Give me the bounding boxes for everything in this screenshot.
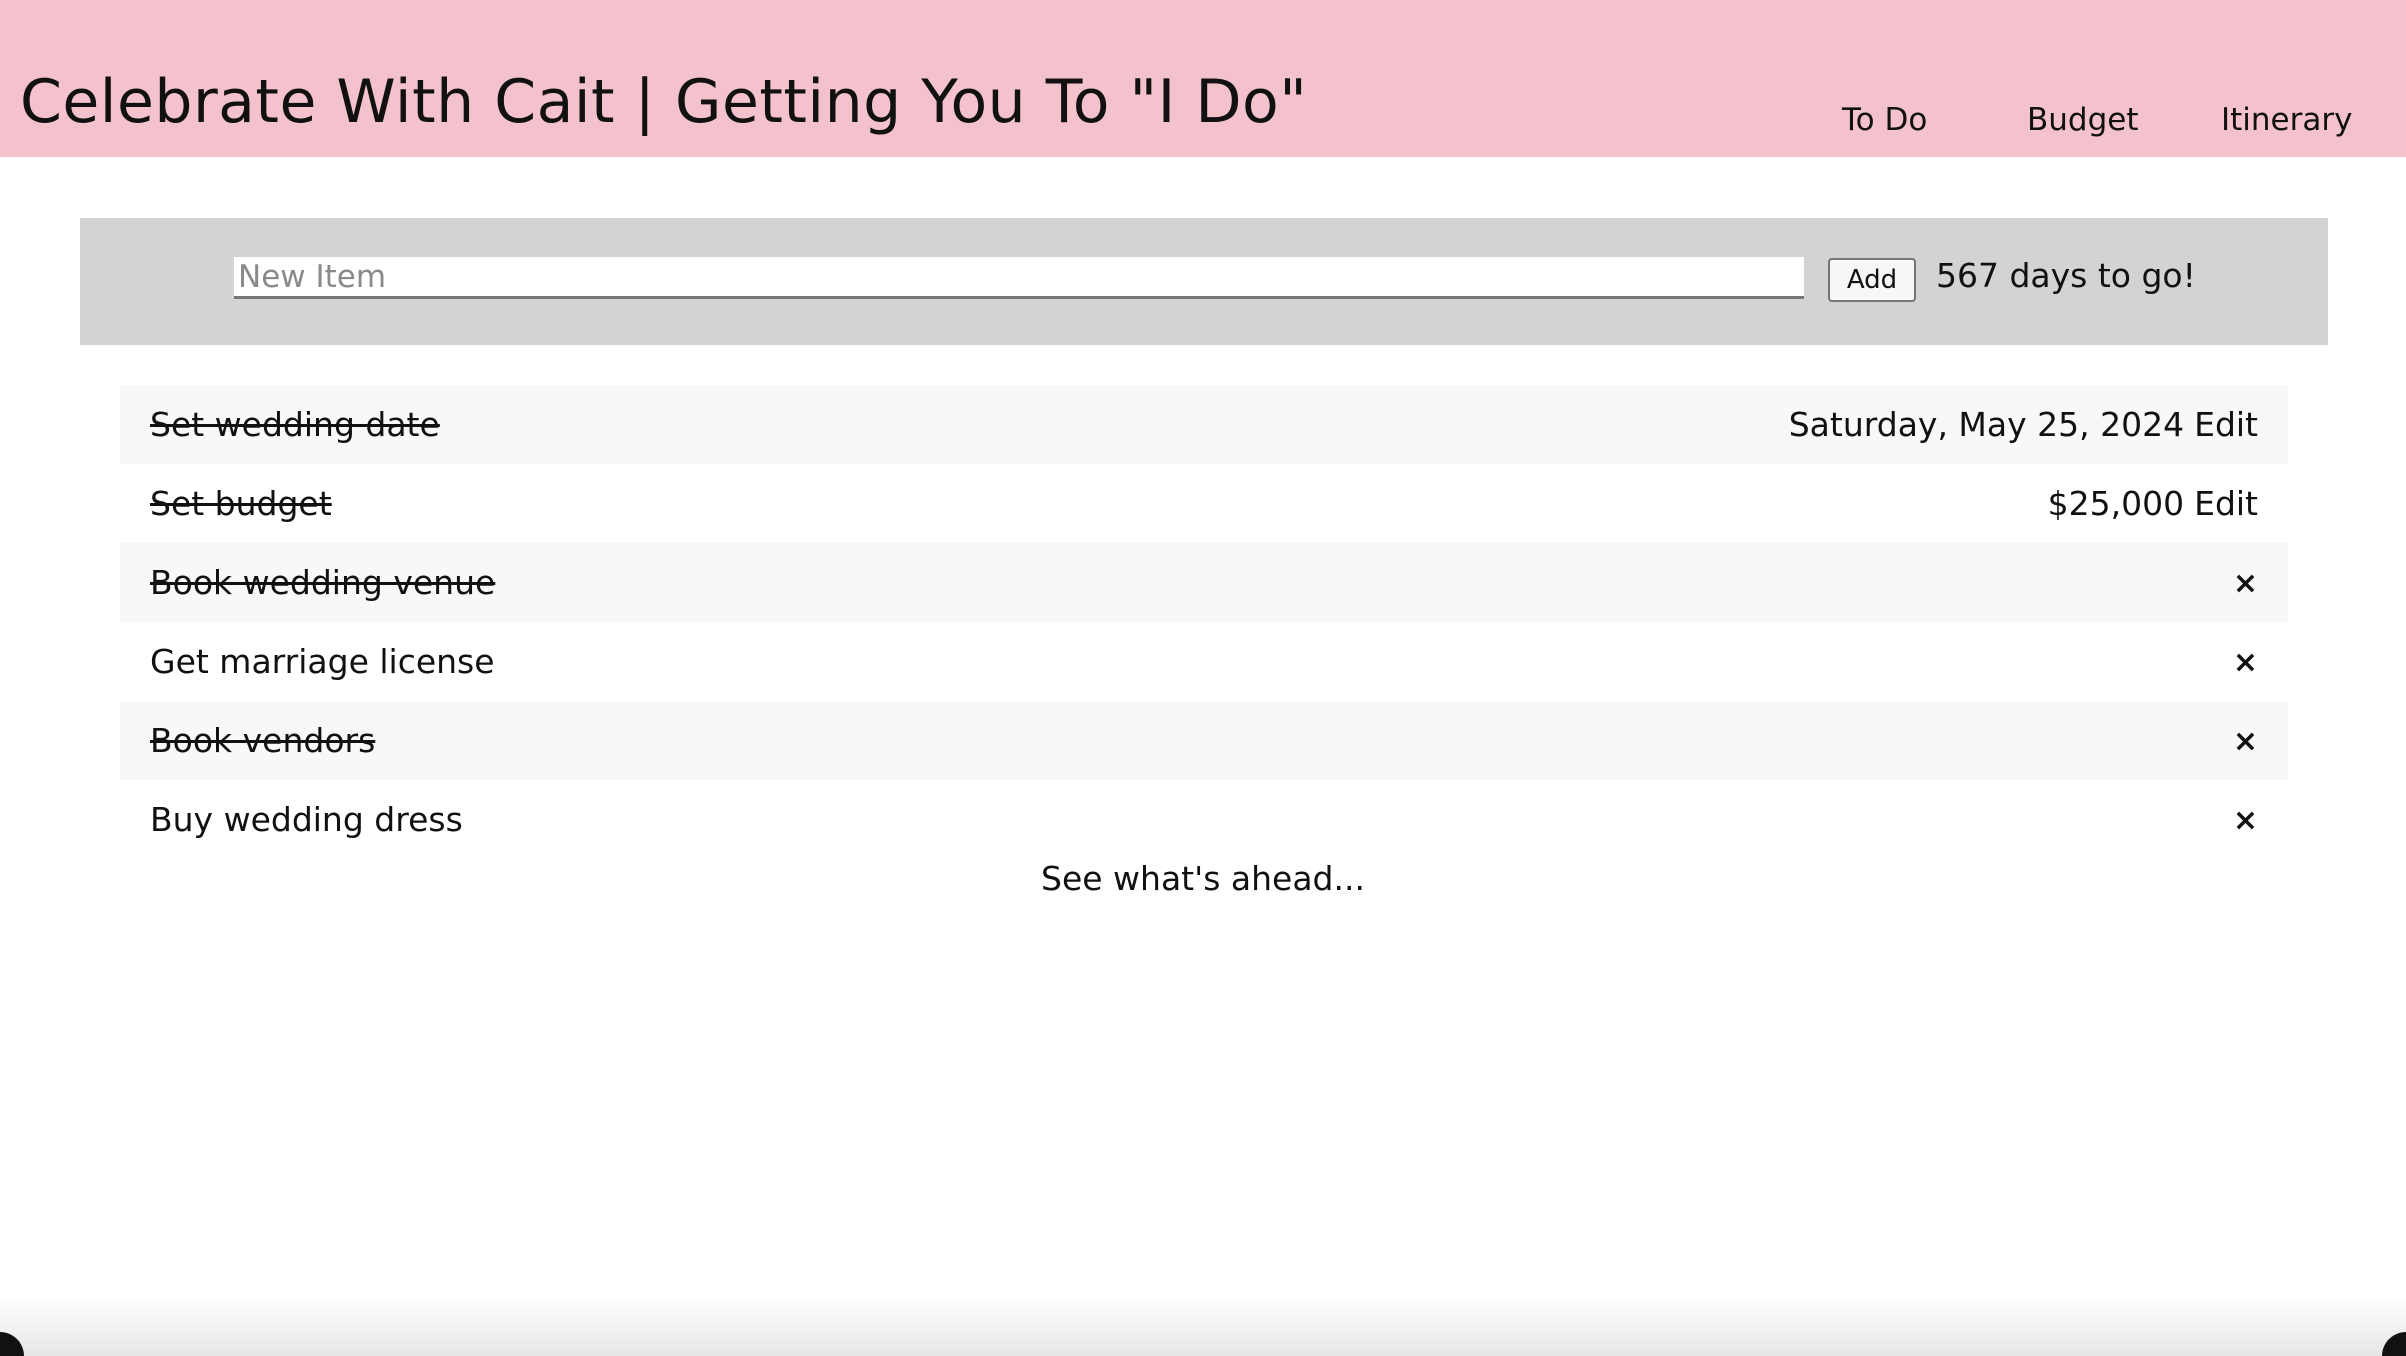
- todo-row: Set wedding date Saturday, May 25, 2024 E…: [120, 385, 2288, 464]
- todo-list: Set wedding date Saturday, May 25, 2024 E…: [120, 385, 2288, 859]
- todo-item-text[interactable]: Book vendors: [150, 701, 375, 780]
- site-title: Celebrate With Cait | Getting You To "I …: [20, 67, 1308, 137]
- delete-icon[interactable]: ×: [2233, 701, 2258, 783]
- todo-item-text[interactable]: Set budget: [150, 464, 332, 543]
- nav-itinerary-link[interactable]: Itinerary: [2221, 98, 2352, 142]
- todo-item-text[interactable]: Buy wedding dress: [150, 780, 463, 859]
- edit-budget-link[interactable]: Edit: [2194, 484, 2258, 523]
- nav-todo-link[interactable]: To Do: [1842, 98, 1927, 142]
- todo-row: Set budget $25,000 Edit: [120, 464, 2288, 543]
- todo-row: Book vendors ×: [120, 701, 2288, 780]
- nav-budget-link[interactable]: Budget: [2027, 98, 2139, 142]
- new-item-input[interactable]: [234, 257, 1804, 299]
- bottom-shadow: [0, 1296, 2406, 1356]
- todo-detail: $25,000 Edit: [2048, 464, 2258, 543]
- todo-item-text[interactable]: Set wedding date: [150, 385, 440, 464]
- delete-icon[interactable]: ×: [2233, 780, 2258, 862]
- add-button[interactable]: Add: [1828, 258, 1916, 302]
- todo-row: Get marriage license ×: [120, 622, 2288, 701]
- see-whats-ahead-link[interactable]: See what's ahead...: [0, 857, 2406, 901]
- edit-date-link[interactable]: Edit: [2194, 405, 2258, 444]
- countdown-text: 567 days to go!: [1936, 256, 2196, 295]
- todo-row: Book wedding venue ×: [120, 543, 2288, 622]
- todo-detail: Saturday, May 25, 2024 Edit: [1789, 385, 2258, 464]
- delete-icon[interactable]: ×: [2233, 622, 2258, 704]
- delete-icon[interactable]: ×: [2233, 543, 2258, 625]
- budget-value: $25,000: [2047, 484, 2185, 523]
- page: Celebrate With Cait | Getting You To "I …: [0, 0, 2406, 1356]
- add-item-bar: Add 567 days to go!: [80, 218, 2328, 345]
- todo-row: Buy wedding dress ×: [120, 780, 2288, 859]
- todo-item-text[interactable]: Book wedding venue: [150, 543, 495, 622]
- site-header: Celebrate With Cait | Getting You To "I …: [0, 0, 2406, 157]
- todo-item-text[interactable]: Get marriage license: [150, 622, 495, 701]
- wedding-date-value: Saturday, May 25, 2024: [1788, 405, 2185, 444]
